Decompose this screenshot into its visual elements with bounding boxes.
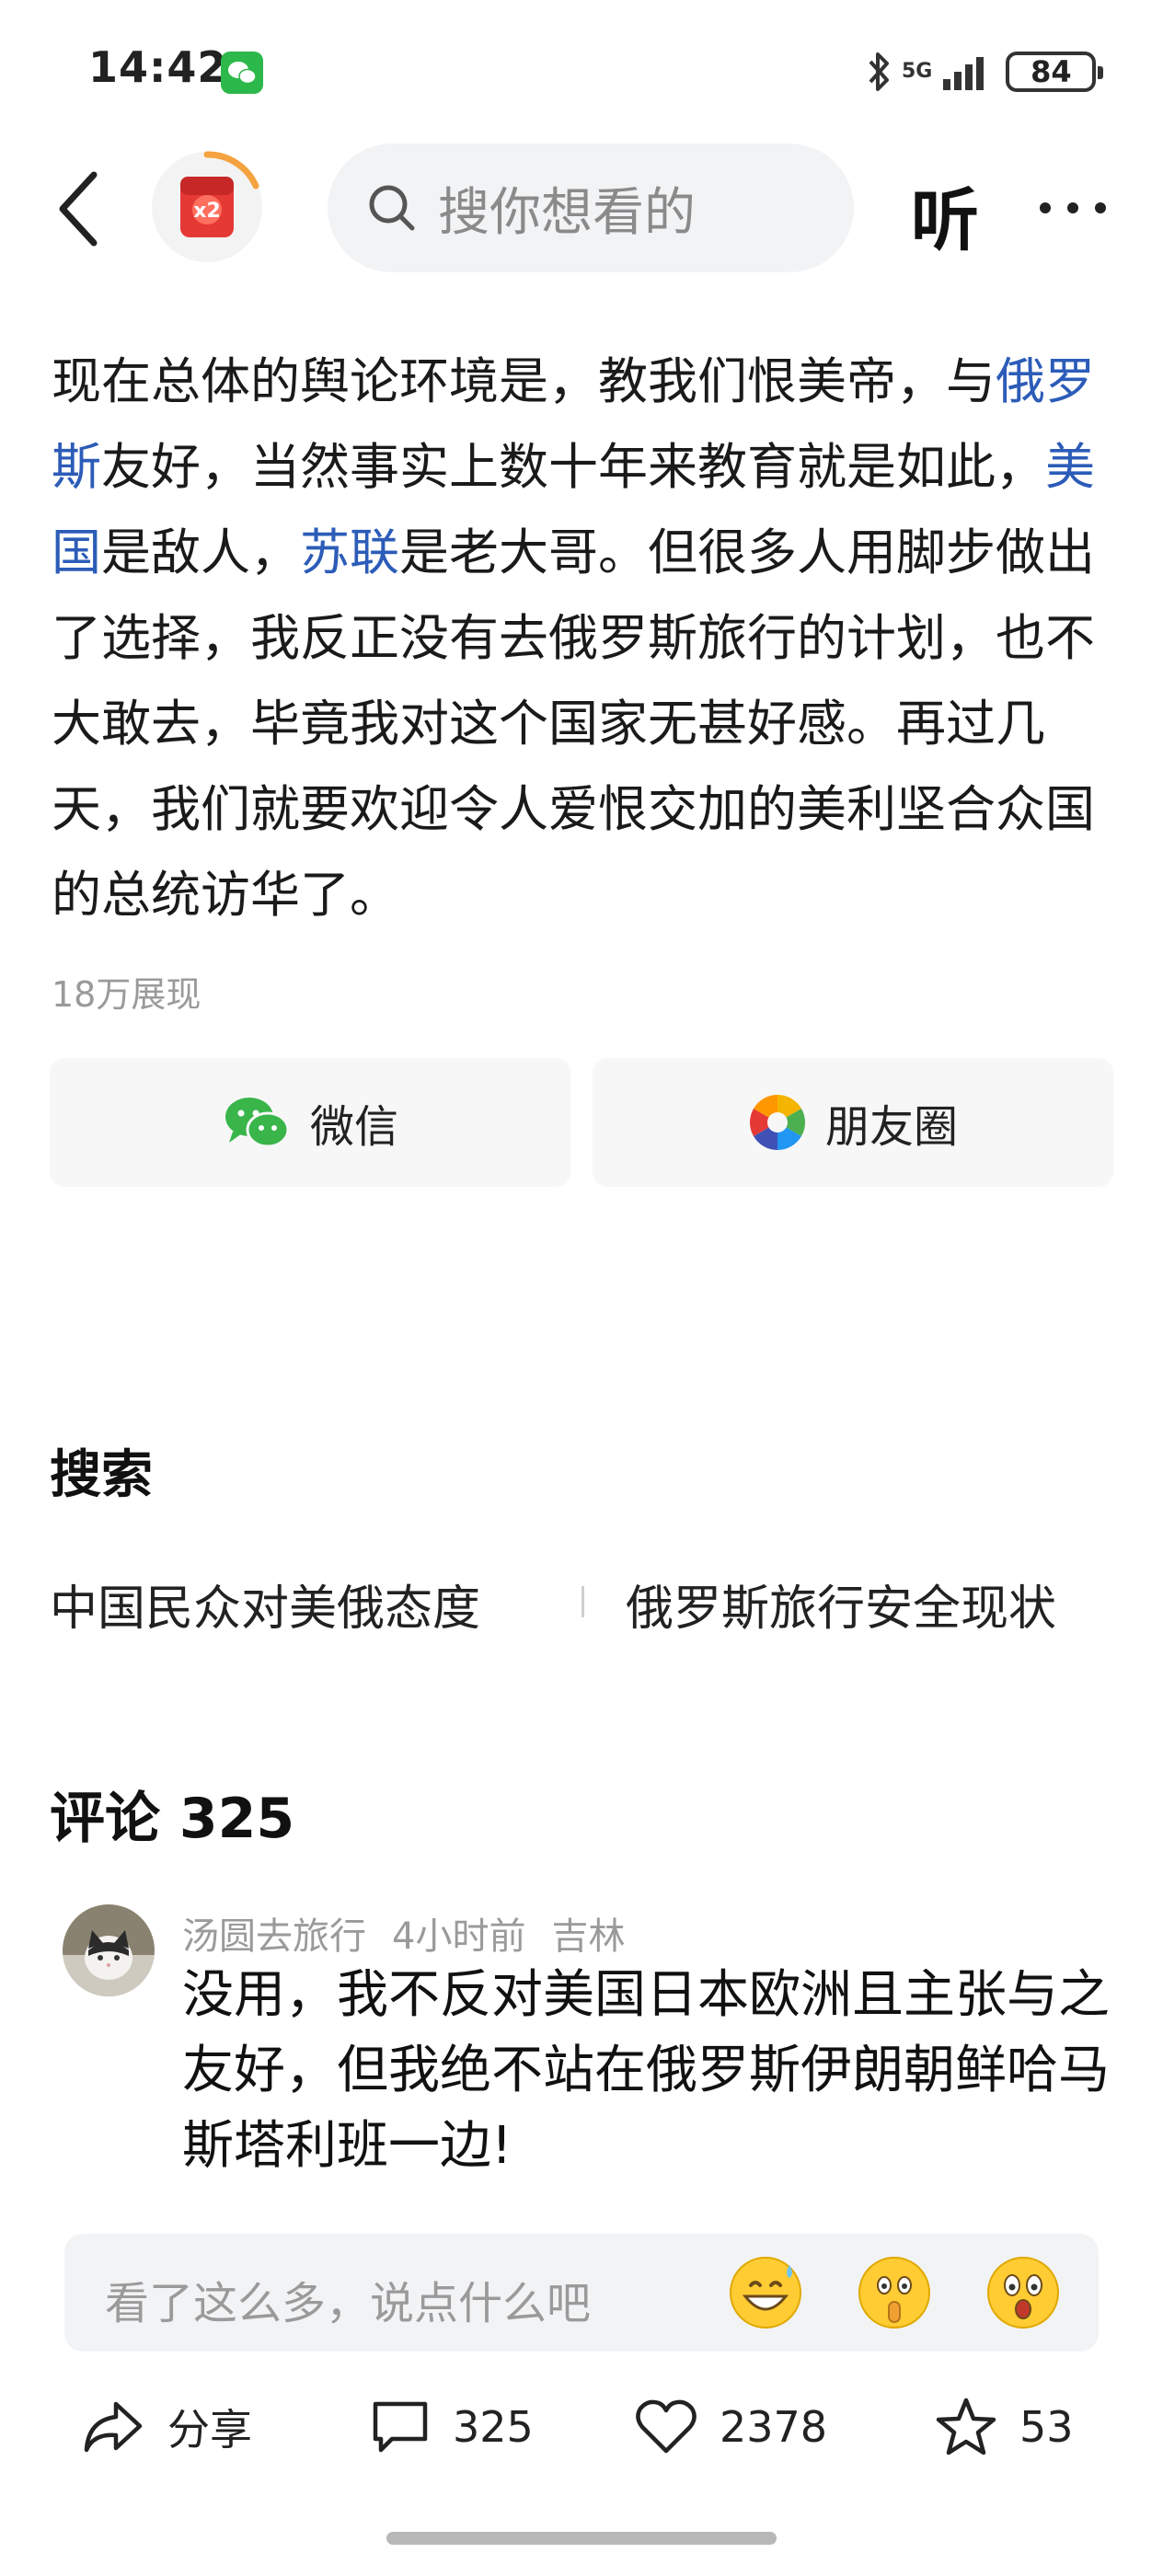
- more-button[interactable]: [1034, 180, 1111, 236]
- surprised-emoji-icon[interactable]: [981, 2250, 1065, 2335]
- moments-icon: [749, 1095, 806, 1150]
- comment-icon: [373, 2401, 428, 2453]
- avatar[interactable]: [63, 1904, 155, 1996]
- like-action-button[interactable]: 2378: [635, 2383, 827, 2471]
- comment-text[interactable]: 没用，我不反对美国日本欧洲且主张与之友好，但我绝不站在俄罗斯伊朗朝鲜哈马斯塔利班…: [182, 1958, 1111, 2184]
- article-text: 友好，当然事实上数十年来教育就是如此，: [101, 438, 1045, 496]
- home-indicator[interactable]: [386, 2532, 777, 2545]
- comment-input-placeholder: 看了这么多，说点什么吧: [105, 2278, 592, 2329]
- more-icon: [1040, 202, 1106, 213]
- status-icons: 5G 84: [865, 46, 1104, 98]
- article-text: 是老大哥。但很多人用脚步做出了选择，我反正没有去俄罗斯旅行的计划，也不大敢去，毕…: [52, 523, 1095, 924]
- article-text: 现在总体的舆论环境是，教我们恨美帝，与: [52, 352, 996, 410]
- signal-icon: [943, 57, 985, 90]
- star-icon: [936, 2398, 996, 2455]
- back-button[interactable]: [52, 167, 107, 250]
- comment-time: 4小时前: [392, 1915, 526, 1958]
- share-icon: [84, 2401, 143, 2453]
- favorite-count: 53: [1019, 2402, 1074, 2452]
- grin-sweat-emoji-icon[interactable]: [723, 2250, 808, 2335]
- search-section-heading: 搜索: [50, 1445, 153, 1505]
- share-moments-button[interactable]: 朋友圈: [593, 1058, 1113, 1187]
- bluetooth-icon: [869, 52, 889, 91]
- search-placeholder: 搜你想看的: [438, 182, 696, 243]
- article-link-ussr[interactable]: 苏联: [300, 523, 399, 581]
- svg-text:x2: x2: [193, 200, 221, 223]
- comment-username[interactable]: 汤圆去旅行: [182, 1915, 366, 1958]
- network-label: 5G: [902, 60, 933, 83]
- share-action-button[interactable]: 分享: [81, 2383, 252, 2471]
- share-wechat-label: 微信: [309, 1101, 398, 1153]
- share-wechat-button[interactable]: 微信: [50, 1058, 570, 1187]
- heart-icon: [636, 2399, 697, 2454]
- separator: [582, 1586, 584, 1617]
- article-text: 是敌人，: [101, 523, 300, 581]
- listen-button[interactable]: 听: [911, 166, 979, 264]
- view-count: 18万展现: [52, 974, 202, 1015]
- back-arrow-icon: [59, 171, 98, 247]
- comment-action-button[interactable]: 325: [370, 2383, 534, 2471]
- favorite-action-button[interactable]: 53: [935, 2383, 1074, 2471]
- wechat-notification-icon: [221, 52, 263, 94]
- search-input[interactable]: 搜你想看的: [328, 144, 854, 272]
- shush-emoji-icon[interactable]: [852, 2250, 937, 2335]
- related-search-item[interactable]: 中国民众对美俄态度: [50, 1570, 480, 1639]
- article-body: 现在总体的舆论环境是，教我们恨美帝，与俄罗斯友好，当然事实上数十年来教育就是如此…: [52, 339, 1119, 937]
- comment-location: 吉林: [551, 1915, 626, 1958]
- search-icon: [369, 185, 415, 231]
- share-moments-label: 朋友圈: [824, 1101, 958, 1153]
- comment-count: 325: [453, 2402, 534, 2452]
- comment-meta: 汤圆去旅行 4小时前 吉林: [182, 1906, 651, 1960]
- reward-badge[interactable]: x2: [149, 149, 265, 265]
- battery-indicator: 84: [1006, 52, 1104, 92]
- related-search-item[interactable]: 俄罗斯旅行安全现状: [626, 1570, 1056, 1639]
- share-action-label: 分享: [167, 2405, 252, 2455]
- comment-input[interactable]: 看了这么多，说点什么吧: [64, 2234, 1099, 2352]
- like-count: 2378: [720, 2402, 828, 2452]
- wechat-icon: [225, 1098, 290, 1148]
- comments-heading: 评论 325: [50, 1787, 295, 1851]
- status-time: 14:42: [88, 42, 228, 92]
